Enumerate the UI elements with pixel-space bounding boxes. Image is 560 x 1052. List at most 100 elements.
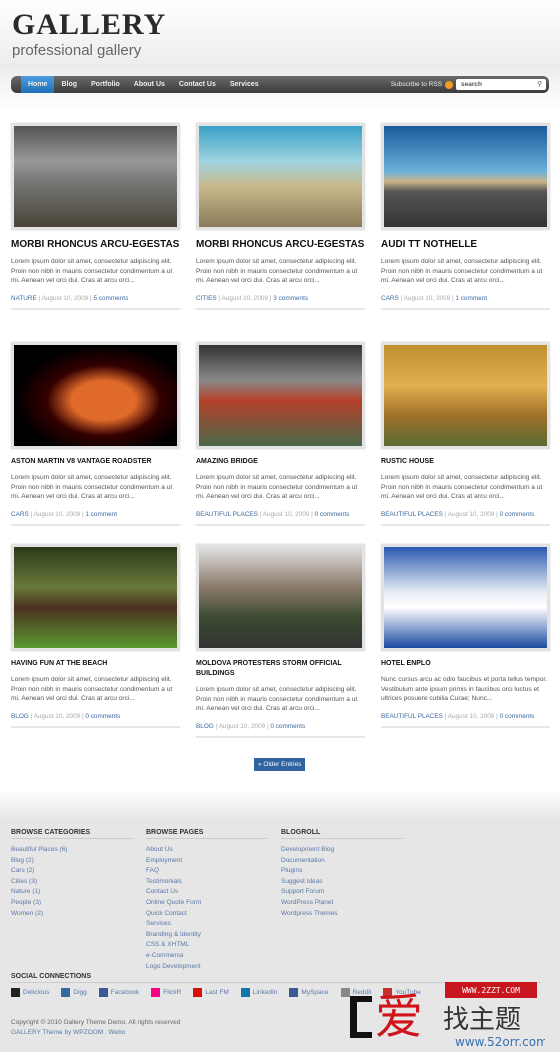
post-comments[interactable]: 0 comments (500, 511, 535, 518)
nav-contact[interactable]: Contact Us (172, 76, 223, 93)
social-link[interactable]: Delicious (11, 988, 49, 997)
pages-link[interactable]: Contact Us (146, 887, 268, 898)
post-thumbnail[interactable] (11, 544, 180, 651)
post-meta: BLOG | August 10, 2009 | 0 comments (11, 713, 180, 728)
post-thumbnail[interactable] (196, 544, 365, 651)
post-category[interactable]: CITIES (196, 295, 217, 302)
social-icon (193, 988, 203, 997)
post-category[interactable]: CARS (381, 295, 399, 302)
post-meta: CARS | August 10, 2009 | 1 comment (11, 511, 180, 526)
social-label: Facebook (110, 989, 140, 996)
post-title[interactable]: HAVING FUN AT THE BEACH (11, 659, 180, 669)
pages-link[interactable]: Logo Development (146, 962, 268, 973)
blogroll-link[interactable]: Suggest Ideas (281, 877, 403, 888)
post-category[interactable]: BEAUTIFUL PLACES (196, 511, 258, 518)
post-thumbnail[interactable] (196, 123, 365, 230)
nav-portfolio[interactable]: Portfolio (84, 76, 127, 93)
svg-text:WWW.2ZZT.COM: WWW.2ZZT.COM (462, 986, 520, 995)
pages-link[interactable]: Online Quote Form (146, 898, 268, 909)
browse-pages: BROWSE PAGES About Us Employment FAQ Testimo… (146, 829, 268, 972)
post-title[interactable]: MORBI RHONCUS ARCU-EGESTAS (11, 238, 180, 251)
post-comments[interactable]: 0 comments (85, 713, 120, 720)
post-date: August 10, 2009 (33, 712, 81, 720)
pages-link[interactable]: Testimonials (146, 877, 268, 888)
post-title[interactable]: AUDI TT NOTHELLE (381, 238, 550, 251)
post-date: August 10, 2009 (33, 510, 81, 518)
pages-link[interactable]: e-Commerce (146, 951, 268, 962)
post-date: August 10, 2009 (447, 712, 495, 720)
social-link[interactable]: LinkedIn (240, 988, 277, 997)
post-category[interactable]: BLOG (11, 713, 29, 720)
social-link[interactable]: Digg (61, 988, 87, 997)
post-card: RUSTIC HOUSE Lorem ipsum dolor sit amet,… (381, 342, 550, 526)
post-comments[interactable]: 0 comments (315, 511, 350, 518)
post-title[interactable]: HOTEL ENPLO (381, 659, 550, 669)
search-input[interactable]: search ⚲ (456, 79, 546, 90)
categories-link[interactable]: People (3) (11, 898, 133, 909)
credit-link[interactable]: GALLERY Theme by WPZOOM . Webo (11, 1028, 180, 1038)
post-title[interactable]: ASTON MARTIN V8 VANTAGE ROADSTER (11, 457, 180, 467)
pages-link[interactable]: Employment (146, 856, 268, 867)
post-thumbnail[interactable] (381, 342, 550, 449)
pages-link[interactable]: Services (146, 919, 268, 930)
post-thumbnail[interactable] (381, 544, 550, 651)
social-link[interactable]: Facebook (98, 988, 140, 997)
blogroll-link[interactable]: WordPress Planet (281, 898, 403, 909)
categories-link[interactable]: Cars (2) (11, 866, 133, 877)
social-link[interactable]: FlickR (151, 988, 181, 997)
post-comments[interactable]: 0 comments (500, 713, 535, 720)
categories-link[interactable]: Cities (3) (11, 877, 133, 888)
post-comments[interactable]: 5 comments (93, 295, 128, 302)
pages-link[interactable]: Quick Contact (146, 909, 268, 920)
blogroll-link[interactable]: Support Forum (281, 887, 403, 898)
subscribe-label[interactable]: Subscribe to RSS (391, 81, 442, 88)
categories-link[interactable]: Blog (2) (11, 856, 133, 867)
rss-subscribe[interactable]: Subscribe to RSS (391, 80, 456, 89)
pages-link[interactable]: CSS & XHTML (146, 940, 268, 951)
pages-link[interactable]: Branding & Identity (146, 930, 268, 941)
social-label: FlickR (163, 989, 182, 996)
pages-link[interactable]: FAQ (146, 866, 268, 877)
post-category[interactable]: CARS (11, 511, 29, 518)
post-thumbnail[interactable] (11, 123, 180, 230)
blogroll-link[interactable]: Wordpress Themes (281, 909, 403, 920)
post-title[interactable]: MOLDOVA PROTESTERS STORM OFFICIAL BUILDI… (196, 659, 365, 679)
blogroll-link[interactable]: Development Blog (281, 845, 403, 856)
social-label: Digg (73, 989, 87, 996)
post-comments[interactable]: 3 comments (273, 295, 308, 302)
post-category[interactable]: BEAUTIFUL PLACES (381, 511, 443, 518)
nav-services[interactable]: Services (223, 76, 266, 93)
post-thumbnail[interactable] (196, 342, 365, 449)
post-title[interactable]: MORBI RHONCUS ARCU-EGESTAS (196, 238, 365, 251)
rss-icon[interactable] (445, 80, 453, 89)
post-thumbnail[interactable] (11, 342, 180, 449)
post-meta: BLOG | August 10, 2009 | 0 comments (196, 723, 365, 738)
nav-home[interactable]: Home (21, 76, 55, 93)
nav-about[interactable]: About Us (127, 76, 172, 93)
social-link[interactable]: Last FM (193, 988, 229, 997)
categories-link[interactable]: Beautiful Places (6) (11, 845, 133, 856)
post-category[interactable]: NATURE (11, 295, 37, 302)
categories-link[interactable]: Nature (1) (11, 887, 133, 898)
post-title[interactable]: RUSTIC HOUSE (381, 457, 550, 467)
post-comments[interactable]: 0 comments (270, 723, 305, 730)
post-title[interactable]: AMAZING BRIDGE (196, 457, 365, 467)
post-card: MORBI RHONCUS ARCU-EGESTAS Lorem ipsum d… (11, 123, 180, 310)
site-logo[interactable]: GALLERY (12, 10, 166, 40)
post-excerpt: Lorem ipsum dolor sit amet, consectetur … (381, 474, 543, 500)
post-comments[interactable]: 1 comment (85, 511, 117, 518)
social-icon (289, 988, 299, 997)
blogroll-link[interactable]: Plugins (281, 866, 403, 877)
blogroll-link[interactable]: Documentation (281, 856, 403, 867)
search-icon[interactable]: ⚲ (537, 79, 542, 90)
post-meta: BEAUTIFUL PLACES | August 10, 2009 | 0 c… (381, 713, 550, 728)
post-category[interactable]: BEAUTIFUL PLACES (381, 713, 443, 720)
post-category[interactable]: BLOG (196, 723, 214, 730)
social-link[interactable]: MySpace (289, 988, 329, 997)
categories-link[interactable]: Women (2) (11, 909, 133, 920)
post-thumbnail[interactable] (381, 123, 550, 230)
pages-link[interactable]: About Us (146, 845, 268, 856)
nav-blog[interactable]: Blog (54, 76, 84, 93)
older-entries-button[interactable]: « Older Entries (254, 758, 306, 771)
post-comments[interactable]: 1 comment (455, 295, 487, 302)
